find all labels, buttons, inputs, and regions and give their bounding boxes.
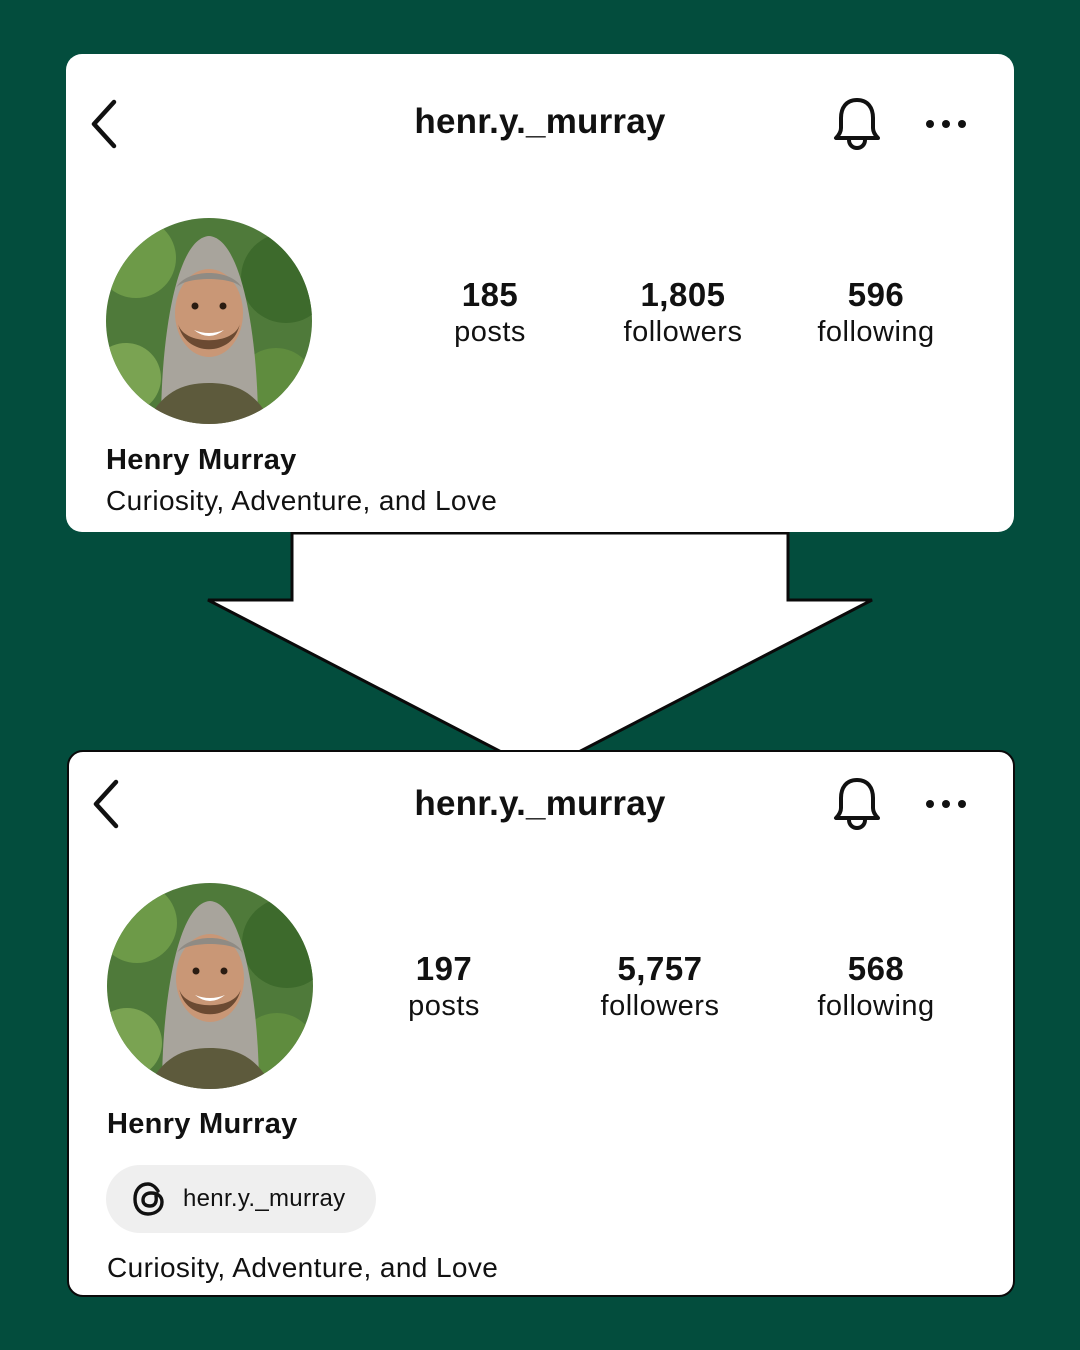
back-chevron-icon — [93, 779, 119, 829]
profile-card-before: henr.y._murray 185 posts 1,805 followers… — [66, 54, 1014, 532]
followers-stat[interactable]: 1,805 followers — [583, 276, 783, 350]
following-count: 568 — [847, 950, 905, 987]
profile-card-after: henr.y._murray 197 posts 5,757 followers… — [67, 750, 1015, 1297]
notifications-button[interactable] — [832, 94, 882, 159]
following-label: following — [817, 316, 935, 348]
followers-label: followers — [600, 990, 720, 1022]
more-options-button[interactable] — [924, 112, 968, 141]
back-chevron-icon — [91, 99, 117, 149]
threads-icon — [133, 1182, 164, 1216]
profile-name: Henry Murray — [106, 444, 297, 476]
threads-handle: henr.y._murray — [183, 1185, 346, 1212]
profile-username-title: henr.y._murray — [414, 102, 666, 141]
avatar-photo — [106, 218, 312, 424]
posts-stat[interactable]: 197 posts — [344, 950, 544, 1024]
profile-bio: Curiosity, Adventure, and Love — [106, 485, 498, 516]
posts-count: 185 — [461, 276, 519, 313]
profile-username-title: henr.y._murray — [414, 784, 666, 823]
back-button[interactable] — [86, 98, 126, 150]
following-label: following — [817, 990, 935, 1022]
following-count: 596 — [847, 276, 905, 313]
profile-avatar[interactable] — [106, 218, 312, 424]
bell-icon — [834, 98, 880, 151]
following-stat[interactable]: 596 following — [776, 276, 976, 350]
bell-icon — [834, 778, 880, 831]
posts-count: 197 — [415, 950, 473, 987]
profile-name: Henry Murray — [107, 1108, 298, 1140]
back-button[interactable] — [88, 778, 128, 830]
profile-avatar[interactable] — [107, 883, 313, 1089]
followers-stat[interactable]: 5,757 followers — [560, 950, 760, 1024]
followers-count: 1,805 — [640, 276, 726, 313]
more-options-button[interactable] — [924, 792, 968, 821]
more-dots-icon — [926, 120, 966, 128]
threads-link-chip[interactable]: henr.y._murray — [106, 1165, 376, 1233]
following-stat[interactable]: 568 following — [776, 950, 976, 1024]
posts-stat[interactable]: 185 posts — [390, 276, 590, 350]
profile-bio: Curiosity, Adventure, and Love — [107, 1252, 499, 1283]
posts-label: posts — [454, 316, 526, 348]
followers-label: followers — [623, 316, 743, 348]
more-dots-icon — [926, 800, 966, 808]
notifications-button[interactable] — [832, 774, 882, 839]
posts-label: posts — [408, 990, 480, 1022]
followers-count: 5,757 — [617, 950, 703, 987]
avatar-photo — [107, 883, 313, 1089]
